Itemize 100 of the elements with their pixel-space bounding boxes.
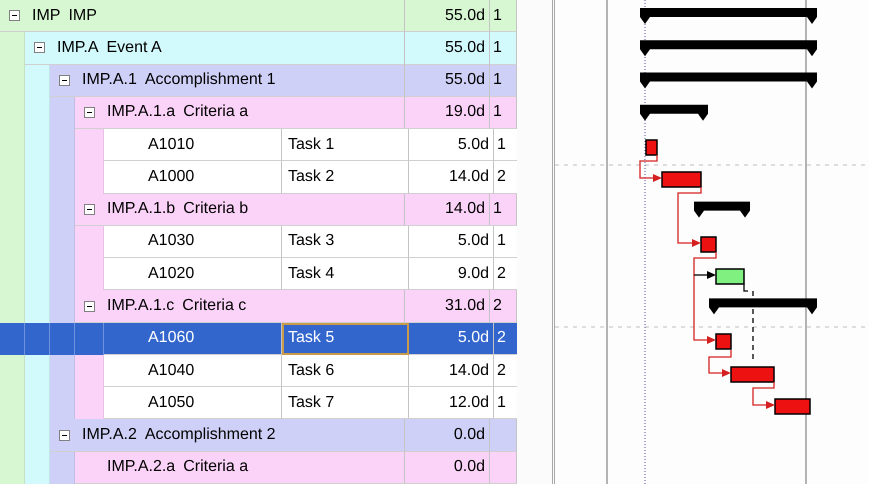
task-id-cell[interactable]: A1030	[104, 226, 282, 258]
wbs-code: IMP.A.2.a	[107, 458, 176, 476]
tree-node[interactable]: IMP.A.1 Accomplishment 1	[50, 64, 405, 97]
task-id-cell[interactable]: A1000	[104, 161, 282, 194]
duration-cell: 5.0d	[409, 129, 494, 162]
dependency-arrow	[639, 155, 662, 182]
tree-node[interactable]: IMP.A.1.a Criteria a	[75, 96, 405, 130]
collapse-icon[interactable]	[34, 42, 44, 54]
wbs-code: IMP.A	[57, 38, 98, 57]
table-cell: 1	[490, 32, 517, 65]
indent-band	[25, 290, 50, 323]
task-id-cell[interactable]: A1020	[104, 258, 282, 290]
indent-band	[50, 322, 75, 355]
indent-band	[0, 32, 25, 65]
node-title: Criteria c	[182, 297, 246, 316]
duration-cell: 31.0d	[405, 290, 490, 323]
task-id-cell[interactable]: A1040	[104, 354, 282, 388]
wbs-code: IMP.A.1	[82, 71, 137, 90]
indent-band	[75, 226, 104, 258]
task-id-cell[interactable]: A1050	[104, 387, 282, 420]
task-bar	[645, 139, 658, 156]
task-id-cell[interactable]: A1060	[104, 322, 282, 355]
collapse-icon[interactable]	[84, 300, 94, 312]
indent-band	[25, 64, 50, 97]
duration-cell: 14.0d	[409, 354, 494, 388]
indent-band	[75, 322, 104, 355]
task-name-cell[interactable]: Task 6	[282, 354, 409, 388]
duration-cell: 14.0d	[405, 194, 490, 226]
task-bar	[661, 171, 702, 188]
indent-band	[0, 354, 25, 388]
indent-band	[75, 129, 104, 162]
indent-band	[0, 290, 25, 323]
wbs-code: IMP.A.1.a	[107, 103, 176, 122]
task-bar	[715, 333, 732, 350]
task-name-cell[interactable]: Task 7	[282, 387, 409, 420]
task-name-cell[interactable]: Task 1	[282, 129, 409, 162]
node-title: Criteria b	[183, 200, 248, 218]
duration-cell: 55.0d	[405, 0, 490, 32]
task-bar	[700, 236, 717, 253]
wbs-code: IMP	[32, 6, 60, 25]
dependency-arrow	[708, 350, 732, 377]
node-title: IMP	[68, 6, 97, 25]
dependency-arrow	[677, 187, 702, 247]
duration-cell: 5.0d	[409, 322, 494, 355]
collapse-icon[interactable]	[84, 204, 94, 215]
wbs-code: IMP.A.2	[82, 426, 137, 444]
indent-band	[50, 354, 75, 388]
tree-node[interactable]: IMP.A.2 Accomplishment 2	[50, 419, 405, 452]
duration-cell: 19.0d	[405, 96, 490, 130]
collapse-icon[interactable]	[8, 10, 20, 22]
duration-cell: 12.0d	[409, 387, 494, 420]
indent-band	[25, 452, 50, 484]
task-name-cell[interactable]: Task 5	[282, 322, 409, 355]
indent-band	[25, 322, 50, 355]
tree-node[interactable]: IMP IMP	[0, 0, 405, 32]
node-title: Criteria a	[183, 103, 248, 122]
duration-cell: 55.0d	[405, 32, 490, 65]
duration-cell: 9.0d	[409, 258, 494, 290]
duration-cell: 0.0d	[405, 419, 490, 452]
task-bar	[730, 366, 775, 383]
indent-band	[75, 387, 104, 420]
wbs-code: IMP.A.1.b	[107, 200, 176, 218]
collapse-icon[interactable]	[84, 106, 94, 118]
task-name-cell[interactable]: Task 2	[282, 161, 409, 194]
indent-band	[50, 96, 75, 130]
task-bar	[774, 398, 811, 415]
indent-band	[50, 290, 75, 323]
table-cell: 2	[490, 290, 517, 323]
task-name-cell[interactable]: Task 3	[282, 226, 409, 258]
indent-band	[0, 322, 25, 355]
collapse-icon[interactable]	[58, 430, 70, 441]
indent-band	[50, 452, 75, 484]
duration-cell: 14.0d	[409, 161, 494, 194]
dependency-arrow	[752, 382, 775, 409]
table-cell: 1	[490, 0, 517, 32]
tree-node[interactable]: IMP.A Event A	[25, 32, 405, 65]
duration-cell: 5.0d	[409, 226, 494, 258]
summary-bar	[694, 202, 750, 218]
table-cell	[490, 452, 517, 484]
table-cell	[490, 419, 517, 452]
wbs-code: IMP.A.1.c	[107, 297, 174, 316]
tree-node[interactable]: IMP.A.1.b Criteria b	[75, 194, 405, 226]
duration-cell: 0.0d	[405, 452, 490, 484]
tree-node[interactable]: IMP.A.2.a Criteria a	[75, 452, 405, 484]
indent-band	[0, 452, 25, 484]
node-title: Accomplishment 1	[144, 71, 276, 90]
node-title: Accomplishment 2	[144, 426, 276, 444]
table-cell: 1	[490, 194, 517, 226]
indent-band	[25, 354, 50, 388]
tree-node[interactable]: IMP.A.1.c Criteria c	[75, 290, 405, 323]
node-title: Event A	[106, 38, 162, 57]
node-title: Criteria a	[183, 458, 248, 476]
duration-cell: 55.0d	[405, 64, 490, 97]
task-name-cell[interactable]: Task 4	[282, 258, 409, 290]
summary-bar	[640, 104, 708, 121]
collapse-icon[interactable]	[58, 74, 70, 86]
task-id-cell[interactable]: A1010	[104, 129, 282, 162]
indent-band	[75, 354, 104, 388]
task-bar	[715, 268, 745, 285]
table-cell: 1	[490, 64, 517, 97]
